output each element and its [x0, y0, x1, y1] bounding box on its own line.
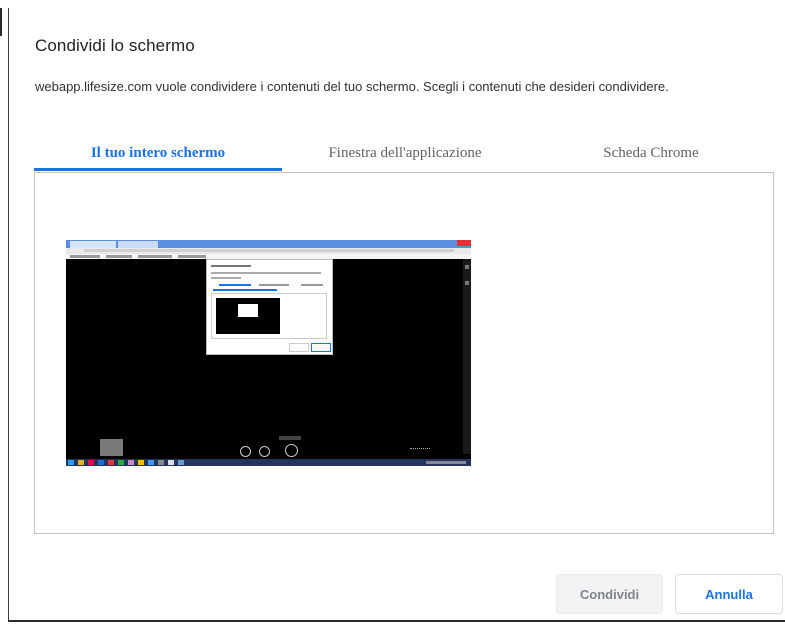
thumbnail-browser-tabbar — [66, 240, 471, 248]
cancel-button[interactable]: Annulla — [675, 574, 783, 614]
thumbnail-dots — [410, 448, 430, 453]
tab-application-window[interactable]: Finestra dell'applicazione — [282, 140, 528, 171]
thumbnail-tooltip — [279, 436, 301, 440]
thumbnail-control-icon — [259, 446, 270, 457]
window-edge-mark — [0, 8, 2, 36]
thumbnail-avatar — [100, 439, 123, 456]
thumbnail-taskbar — [66, 459, 471, 466]
tab-chrome-tab[interactable]: Scheda Chrome — [528, 140, 774, 171]
thumbnail-share-dialog — [206, 259, 333, 355]
screen-thumbnail[interactable] — [66, 240, 471, 466]
source-tabs: Il tuo intero schermo Finestra dell'appl… — [34, 140, 774, 173]
thumbnail-sidebar — [463, 259, 471, 454]
tab-application-window-label: Finestra dell'applicazione — [328, 145, 482, 161]
dialog-description: webapp.lifesize.com vuole condividere i … — [35, 79, 669, 94]
thumbnail-control-icon — [240, 446, 251, 457]
tab-entire-screen[interactable]: Il tuo intero schermo — [34, 140, 282, 171]
share-screen-dialog: Condividi lo schermo webapp.lifesize.com… — [8, 8, 785, 622]
tab-entire-screen-label: Il tuo intero schermo — [90, 145, 226, 161]
thumbnail-control-icon — [285, 444, 298, 457]
active-tab-indicator — [34, 168, 282, 171]
share-button[interactable]: Condividi — [556, 574, 663, 614]
source-preview-panel — [34, 172, 774, 534]
dialog-title: Condividi lo schermo — [35, 36, 195, 55]
tab-chrome-tab-label: Scheda Chrome — [603, 145, 699, 161]
